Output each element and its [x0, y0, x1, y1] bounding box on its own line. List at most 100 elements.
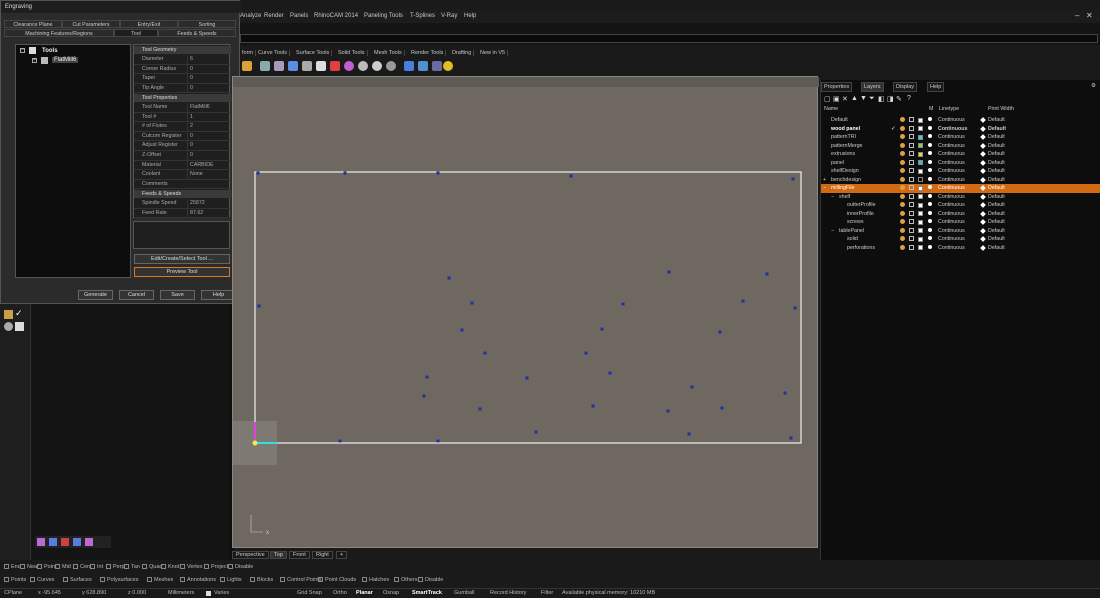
checkbox-icon[interactable]	[30, 577, 35, 583]
checkbox-icon[interactable]	[106, 564, 111, 570]
prop-row[interactable]: Comments	[134, 180, 231, 190]
layer-print-width[interactable]: Default	[988, 142, 1005, 151]
prop-row[interactable]: Tip Angle 0	[134, 83, 231, 94]
material-icon[interactable]	[928, 202, 932, 206]
osnap-toggle[interactable]: Project	[204, 564, 228, 570]
screw-point[interactable]	[791, 177, 795, 181]
layer-print-width[interactable]: Default	[988, 116, 1005, 125]
layer-row[interactable]: − tablePanel Continuous Default	[821, 227, 1100, 236]
screw-point[interactable]	[584, 351, 588, 355]
filter-toggle[interactable]: Control Points	[280, 577, 322, 583]
filter-toggle[interactable]: Meshes	[147, 577, 173, 583]
lock-icon[interactable]	[909, 193, 914, 199]
screw-point[interactable]	[460, 328, 464, 332]
screw-point[interactable]	[436, 439, 440, 443]
filter-toggle[interactable]: Disable	[418, 577, 443, 583]
screw-point[interactable]	[436, 171, 440, 175]
checkbox-icon[interactable]	[362, 577, 367, 583]
check-icon[interactable]: ✓	[15, 308, 23, 319]
screw-point[interactable]	[534, 430, 538, 434]
screw-point[interactable]	[483, 351, 487, 355]
material-icon[interactable]	[928, 185, 932, 189]
layer-print-width[interactable]: Default	[988, 235, 1005, 244]
layer-print-width[interactable]: Default	[988, 201, 1005, 210]
collapse-icon[interactable]: −	[831, 227, 834, 236]
lock-icon[interactable]	[909, 142, 914, 148]
layer-row[interactable]: Default Continuous Default	[821, 116, 1100, 125]
tool-icon[interactable]	[260, 61, 270, 71]
osnap-toggle[interactable]: Quad	[142, 564, 162, 570]
material-icon[interactable]	[928, 142, 932, 147]
lock-icon[interactable]	[909, 185, 914, 190]
visibility-bulb-icon[interactable]	[900, 125, 905, 131]
visibility-bulb-icon[interactable]	[900, 227, 905, 233]
tool-icon[interactable]	[386, 61, 396, 71]
col-name[interactable]: Name	[824, 106, 838, 112]
checkbox-icon[interactable]	[55, 564, 60, 570]
cplane-label[interactable]: CPlane	[4, 590, 22, 596]
checkbox-icon[interactable]	[228, 564, 233, 570]
material-icon[interactable]	[928, 134, 932, 138]
filter-toggle[interactable]: Point Clouds	[318, 577, 356, 583]
lock-icon[interactable]	[909, 176, 914, 182]
screw-point[interactable]	[608, 371, 612, 375]
toggle-gumball[interactable]: Gumball	[454, 590, 474, 596]
new-sublayer-icon[interactable]: ▣	[833, 95, 840, 103]
screw-point[interactable]	[343, 171, 347, 175]
layer-color-swatch[interactable]	[918, 160, 923, 165]
layer-name[interactable]: tablePanel	[839, 227, 864, 236]
layer-name[interactable]: patternTRI	[831, 133, 856, 142]
tool-icon[interactable]	[242, 61, 252, 71]
prop-row[interactable]: Corner Radius 0	[134, 64, 231, 75]
tab-properties[interactable]: Properties	[821, 82, 853, 92]
screw-point[interactable]	[425, 375, 429, 379]
prop-row[interactable]: Spindle Speed 25872	[134, 199, 231, 209]
layer-color-swatch[interactable]	[918, 194, 923, 199]
layer-linetype[interactable]: Continuous	[938, 150, 965, 159]
tool-icon[interactable]	[316, 61, 326, 71]
layer-print-width[interactable]: Default	[988, 227, 1005, 236]
tab-machining-features[interactable]: Machining Features/Regions	[4, 29, 114, 37]
visibility-bulb-icon[interactable]	[900, 244, 905, 250]
material-icon[interactable]	[928, 236, 932, 240]
checkbox-icon[interactable]	[161, 564, 166, 570]
filter-toggle[interactable]: Polysurfaces	[100, 577, 139, 583]
lock-icon[interactable]	[909, 227, 914, 233]
lock-icon[interactable]	[909, 159, 914, 165]
filter-toggle[interactable]: Others	[394, 577, 418, 583]
lock-icon[interactable]	[909, 236, 914, 241]
screw-point[interactable]	[741, 299, 745, 303]
help-button[interactable]: Help	[201, 290, 236, 300]
tab-clearance-plane[interactable]: Clearance Plane	[4, 20, 62, 28]
material-icon[interactable]	[928, 219, 932, 223]
layer-name[interactable]: solid	[847, 235, 858, 244]
material-icon[interactable]	[928, 168, 932, 172]
layer-name[interactable]: wood panel	[831, 125, 860, 134]
layer-row[interactable]: innerProfile Continuous Default	[821, 210, 1100, 219]
visibility-bulb-icon[interactable]	[900, 142, 905, 148]
layer-row[interactable]: wood panel ✓ Continuous Default	[821, 125, 1100, 134]
tool-icon[interactable]	[358, 61, 368, 71]
layer-linetype[interactable]: Continuous	[938, 133, 965, 142]
layer-linetype[interactable]: Continuous	[938, 176, 965, 185]
tool-icon[interactable]: ◧	[878, 95, 885, 103]
layer-linetype[interactable]: Continuous	[938, 159, 965, 168]
layer-row[interactable]: − millingFile Continuous Default	[821, 184, 1100, 193]
prop-row[interactable]: Feed Rate 87.62	[134, 208, 231, 219]
lock-icon[interactable]	[909, 125, 914, 131]
layer-print-width[interactable]: Default	[988, 184, 1005, 193]
tab-display[interactable]: Display	[893, 82, 918, 92]
viewport-canvas[interactable]: x	[233, 77, 819, 549]
checkbox-icon[interactable]	[142, 564, 147, 570]
edit-tool-button[interactable]: Edit/Create/Select Tool ...	[134, 254, 230, 264]
screw-point[interactable]	[470, 301, 474, 305]
filter-toggle[interactable]: Hatches	[362, 577, 389, 583]
visibility-bulb-icon[interactable]	[900, 168, 905, 173]
save-button[interactable]: Save	[160, 290, 195, 300]
layer-color-swatch[interactable]	[918, 219, 923, 225]
screw-point[interactable]	[256, 171, 260, 175]
checkbox-icon[interactable]	[63, 577, 68, 583]
layer-color-swatch[interactable]	[918, 143, 923, 148]
tool-icon[interactable]	[73, 538, 81, 546]
tab-new-in-v5[interactable]: New in V5	[478, 50, 509, 56]
